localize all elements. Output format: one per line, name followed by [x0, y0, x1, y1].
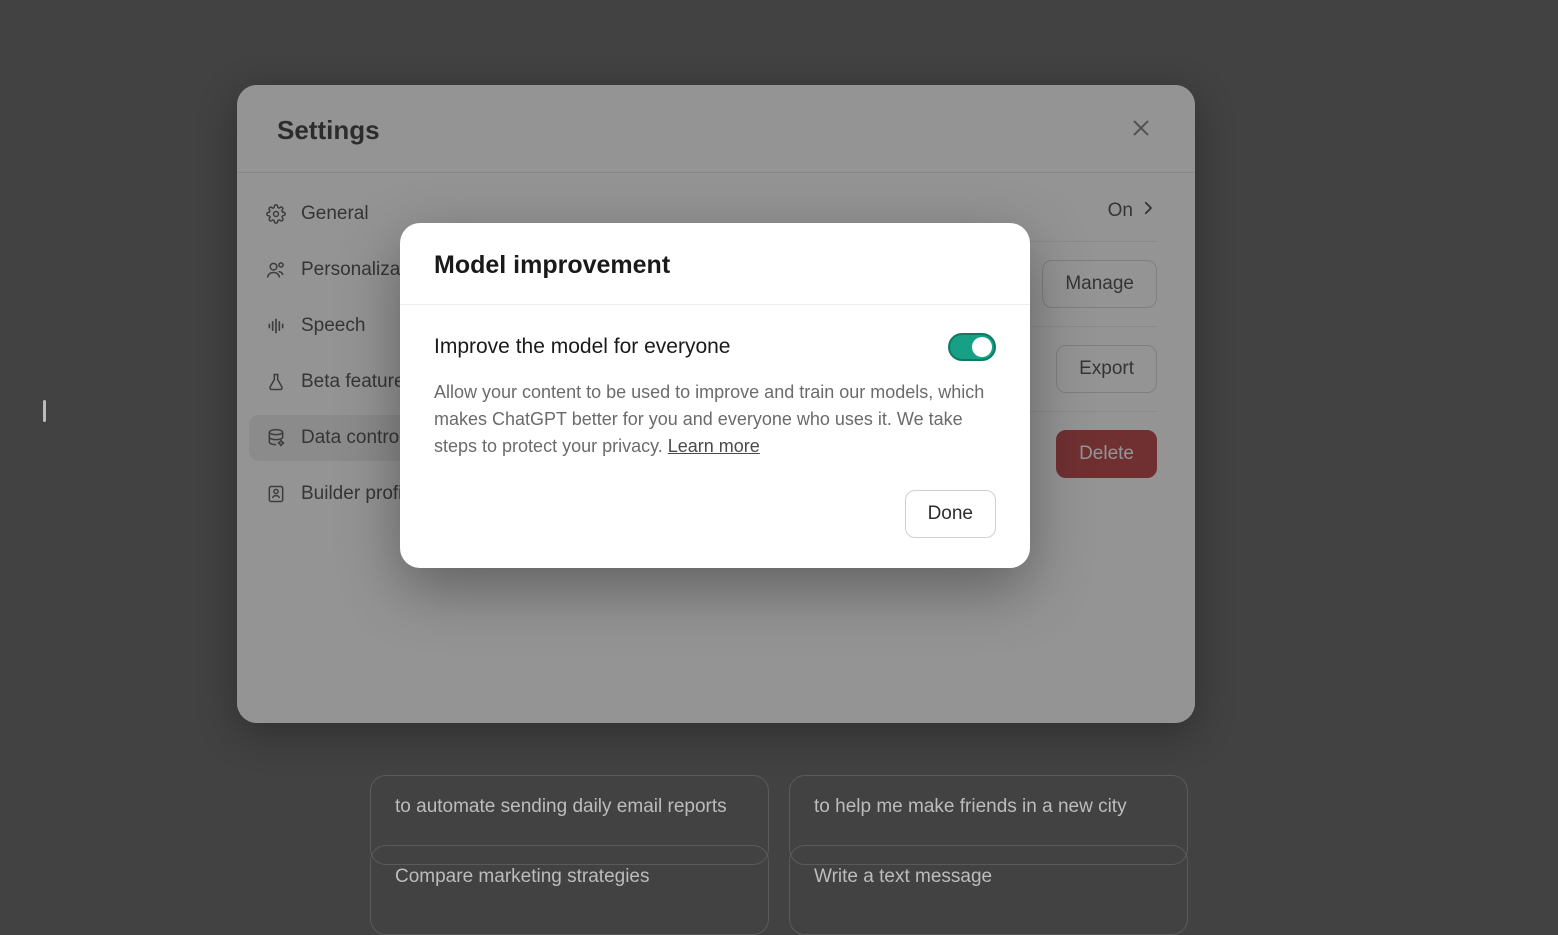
close-icon: [1130, 117, 1152, 144]
dialog-header: Model improvement: [400, 223, 1030, 305]
profile-icon: [265, 483, 287, 505]
export-button[interactable]: Export: [1056, 345, 1157, 393]
model-improvement-dialog: Model improvement Improve the model for …: [400, 223, 1030, 568]
improve-model-toggle[interactable]: [948, 333, 996, 361]
dialog-footer: Done: [400, 470, 1030, 568]
nav-label: General: [301, 203, 369, 225]
waveform-icon: [265, 315, 287, 337]
nav-label: Beta features: [301, 371, 414, 393]
delete-button[interactable]: Delete: [1056, 430, 1157, 478]
toggle-label: Improve the model for everyone: [434, 335, 730, 359]
done-button[interactable]: Done: [905, 490, 996, 538]
nav-label: Data controls: [301, 427, 413, 449]
dialog-description: Allow your content to be used to improve…: [434, 379, 996, 460]
gear-icon: [265, 203, 287, 225]
settings-header: Settings: [237, 85, 1195, 173]
dialog-title: Model improvement: [434, 251, 996, 280]
dialog-body: Improve the model for everyone Allow you…: [400, 305, 1030, 470]
person-icon: [265, 259, 287, 281]
manage-button[interactable]: Manage: [1042, 260, 1157, 308]
learn-more-link[interactable]: Learn more: [668, 436, 760, 456]
toggle-knob: [972, 337, 992, 357]
status-text: On: [1108, 200, 1133, 222]
close-button[interactable]: [1127, 117, 1155, 145]
database-icon: [265, 427, 287, 449]
toggle-row: Improve the model for everyone: [434, 333, 996, 361]
suggestion-text: Compare marketing strategies: [395, 866, 650, 888]
flask-icon: [265, 371, 287, 393]
nav-label: Speech: [301, 315, 365, 337]
settings-title: Settings: [277, 115, 380, 146]
suggestion-text: Write a text message: [814, 866, 992, 888]
chevron-right-icon: [1139, 199, 1157, 223]
row-value: On: [1108, 199, 1157, 223]
